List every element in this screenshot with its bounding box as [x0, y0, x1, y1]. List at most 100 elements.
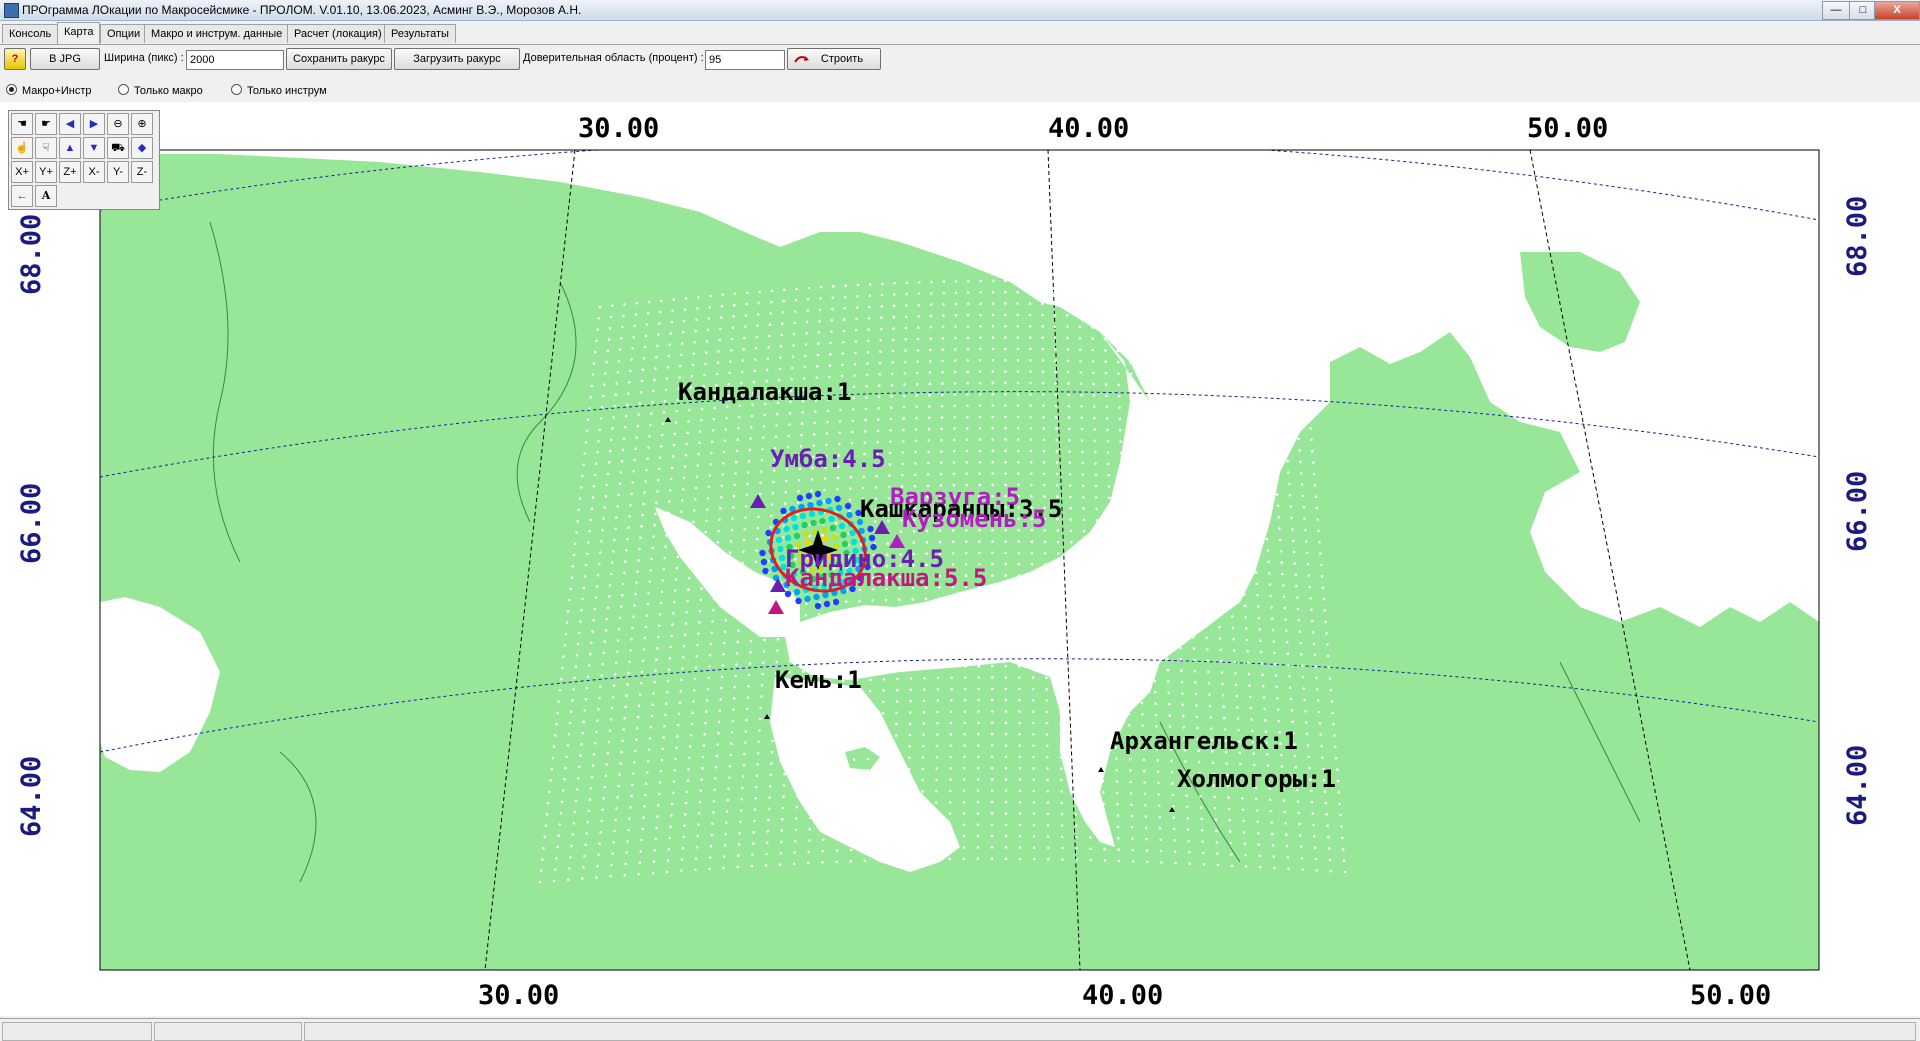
car-icon[interactable]: ⛟ [107, 137, 129, 159]
hand-up-icon[interactable]: ☝ [11, 137, 33, 159]
map-canvas[interactable]: Кандалакша:1 Умба:4.5 Варзуга:5 Кашкаран… [0, 102, 1920, 1016]
grid-dot [1016, 336, 1020, 339]
grid-dot [906, 835, 909, 839]
tab-console[interactable]: Консоль [2, 24, 59, 43]
grid-dot [1301, 494, 1305, 498]
eraser-icon[interactable]: ◆ [131, 137, 153, 159]
grid-dot [1221, 444, 1225, 448]
grid-dot [788, 659, 792, 663]
label-kuzomen: Кузомень:5 [902, 505, 1047, 533]
grid-dot [582, 586, 586, 589]
text-tool-button[interactable]: A [35, 185, 57, 207]
grid-dot [738, 606, 742, 610]
close-button[interactable]: X [1874, 1, 1920, 20]
grid-dot [880, 745, 884, 749]
grid-dot [851, 803, 854, 806]
back-arrow-icon[interactable]: ← [11, 185, 33, 207]
grid-dot [1061, 858, 1064, 861]
tab-map[interactable]: Карта [57, 22, 101, 44]
maximize-button[interactable]: □ [1849, 1, 1877, 20]
grid-dot [651, 871, 655, 875]
grid-dot [630, 794, 633, 798]
pan-right-hand-icon[interactable]: ☛ [35, 113, 57, 135]
arrow-down-icon[interactable]: ▼ [83, 137, 105, 159]
confidence-input[interactable] [705, 50, 785, 70]
save-view-button[interactable]: Сохранить ракурс [286, 48, 392, 70]
grid-dot [962, 800, 966, 804]
grid-dot [600, 540, 603, 543]
grid-dot [977, 710, 980, 713]
grid-dot [614, 527, 617, 531]
grid-dot [592, 619, 595, 622]
grid-dot [1297, 619, 1301, 622]
radio-instr-only[interactable]: Только инструм [231, 84, 327, 97]
grid-dot [1069, 529, 1073, 533]
grid-dot [1058, 676, 1062, 680]
tab-data[interactable]: Макро и инструм. данные [144, 24, 290, 43]
grid-dot [1004, 664, 1008, 668]
grid-dot [938, 540, 942, 544]
grid-dot [734, 460, 738, 464]
grid-dot [819, 297, 822, 300]
grid-dot [692, 700, 695, 703]
grid-dot [1073, 722, 1076, 725]
grid-dot [1100, 723, 1103, 726]
grid-dot [654, 512, 657, 516]
z-plus-button[interactable]: Z+ [59, 161, 81, 183]
grid-dot [667, 668, 671, 671]
grid-dot [1084, 597, 1087, 601]
pan-left-hand-icon[interactable]: ☚ [11, 113, 33, 135]
y-minus-button[interactable]: Y- [107, 161, 129, 183]
grid-dot [765, 852, 768, 856]
grid-dot [790, 637, 793, 640]
grid-dot [682, 835, 685, 839]
width-input[interactable] [186, 50, 284, 70]
zoom-in-icon[interactable]: ⊕ [131, 113, 153, 135]
grid-dot [626, 839, 629, 843]
grid-dot [1298, 822, 1301, 826]
arrow-right-icon[interactable]: ▶ [83, 113, 105, 135]
radio-macro-only[interactable]: Только макро [118, 84, 203, 97]
radio-macro-instr[interactable]: Макро+Инстр [6, 84, 92, 97]
heat-dot [810, 519, 817, 527]
tab-options[interactable]: Опции [100, 24, 148, 43]
grid-dot [1054, 370, 1057, 374]
grid-dot [936, 733, 939, 736]
grid-dot [1058, 642, 1061, 646]
load-view-button[interactable]: Загрузить ракурс [394, 48, 520, 70]
arrow-left-icon[interactable]: ◀ [59, 113, 81, 135]
y-plus-button[interactable]: Y+ [35, 161, 57, 183]
tab-location[interactable]: Расчет (локация) [287, 24, 389, 43]
grid-dot [1068, 472, 1072, 476]
grid-dot [1045, 733, 1049, 736]
grid-dot [1029, 461, 1033, 464]
grid-dot [904, 338, 907, 341]
grid-dot [776, 638, 780, 641]
grid-dot [1137, 610, 1141, 614]
tab-results[interactable]: Результаты [384, 24, 456, 43]
grid-dot [1243, 842, 1247, 845]
hand-down-icon[interactable]: ☟ [35, 137, 57, 159]
grid-dot [644, 480, 647, 483]
x-plus-button[interactable]: X+ [11, 161, 33, 183]
grid-dot [1097, 598, 1100, 601]
grid-dot [720, 675, 724, 679]
map-tool-palette: ☚ ☛ ◀ ▶ ⊖ ⊕ ☝ ☟ ▲ ▼ ⛟ ◆ X+ Y+ Z+ X- Y- Z… [8, 110, 160, 210]
help-button[interactable]: ? [4, 48, 26, 70]
x-minus-button[interactable]: X- [83, 161, 105, 183]
zoom-out-icon[interactable]: ⊖ [107, 113, 129, 135]
build-button[interactable]: Строить [787, 48, 881, 70]
grid-dot [732, 697, 736, 700]
grid-dot [908, 745, 911, 748]
grid-dot [688, 756, 691, 760]
minimize-button[interactable]: — [1822, 1, 1850, 20]
grid-dot [695, 318, 698, 322]
grid-dot [853, 362, 857, 366]
grid-dot [1098, 643, 1102, 647]
z-minus-button[interactable]: Z- [131, 161, 153, 183]
grid-dot [574, 799, 578, 802]
grid-dot [597, 853, 600, 857]
save-jpg-button[interactable]: В JPG [30, 48, 100, 70]
grid-dot [1312, 642, 1316, 646]
arrow-up-icon[interactable]: ▲ [59, 137, 81, 159]
